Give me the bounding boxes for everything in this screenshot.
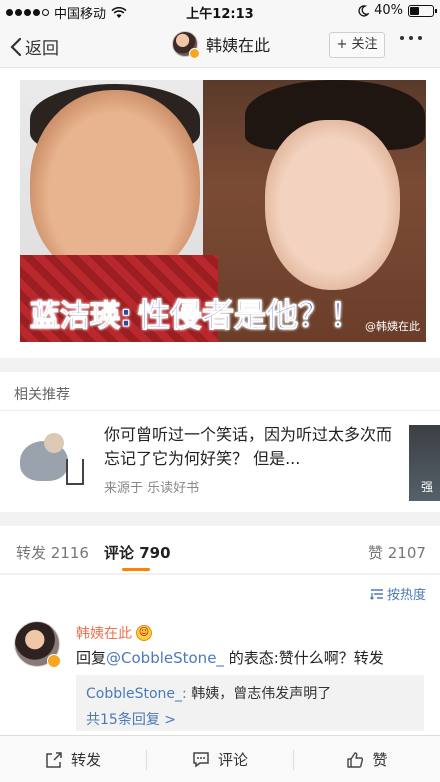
moon-icon <box>358 4 370 17</box>
badge-icon: ☺ <box>136 625 152 641</box>
page-title: 韩姨在此 <box>206 36 271 55</box>
verified-icon <box>189 48 200 59</box>
back-label: 返回 <box>25 39 59 59</box>
back-button[interactable]: 返回 <box>10 34 59 59</box>
comment-label: 评论 <box>217 751 248 769</box>
comment-button[interactable]: 评论 <box>147 736 293 782</box>
nav-title[interactable]: 韩姨在此 <box>172 31 271 59</box>
tab-comment[interactable]: 评论 790 <box>104 542 171 563</box>
comment-mention[interactable]: @CobbleStone_ <box>106 649 224 667</box>
comment-list: 按热度 韩姨在此 ☺ 回复@CobbleStone_ 的表态:赞什么啊？转发 C… <box>0 575 440 735</box>
caption-name: 蓝洁瑛: <box>30 299 133 335</box>
sort-button[interactable]: 按热度 <box>370 584 426 603</box>
tab-like[interactable]: 赞 2107 <box>368 542 426 563</box>
image-watermark: @韩姨在此 <box>365 320 420 333</box>
tab-underline <box>122 568 150 571</box>
sort-label: 按热度 <box>386 588 426 603</box>
tab-repost[interactable]: 转发 2116 <box>16 542 89 563</box>
status-right: 40% <box>357 3 437 18</box>
status-bar: 中国移动 上午12:13 40% <box>0 0 440 22</box>
related-thumbnail <box>14 425 92 499</box>
related-text: 你可曾听过一个笑话，因为听过太多次而忘记了它为何好笑？ 但是... <box>104 425 393 468</box>
like-label: 赞 <box>372 751 388 769</box>
bottom-action-bar: 转发 评论 赞 <box>0 735 440 782</box>
reply-author[interactable]: CobbleStone_: <box>86 686 187 702</box>
related-next-label: 强 <box>421 480 434 494</box>
battery-icon <box>408 4 437 17</box>
repost-button[interactable]: 转发 <box>0 736 146 782</box>
image-caption: 蓝洁瑛: 性侵者是他？！ <box>30 290 363 336</box>
sort-icon <box>370 588 383 600</box>
comment-author-name: 韩姨在此 <box>76 626 132 642</box>
related-source: 来源于 乐读好书 <box>104 481 200 496</box>
comment-reply-box[interactable]: CobbleStone_: 韩姨，曾志伟发声明了 共15条回复 > <box>76 675 424 731</box>
tab-bar: 转发 2116 评论 790 赞 2107 <box>0 526 440 574</box>
comment-text: 回复@CobbleStone_ 的表态:赞什么啊？转发 <box>76 647 384 668</box>
nav-bar: 返回 韩姨在此 + 关注 <box>0 22 440 68</box>
related-section: 相关推荐 你可曾听过一个笑话，因为听过太多次而忘记了它为何好笑？ 但是... 来… <box>0 372 440 512</box>
thumbs-up-icon <box>347 751 364 768</box>
related-next-card[interactable]: 强 <box>409 425 440 501</box>
comment-prefix: 回复 <box>76 649 107 667</box>
more-icon[interactable] <box>400 36 422 40</box>
follow-button[interactable]: + 关注 <box>329 32 385 58</box>
share-icon <box>46 751 62 768</box>
reply-text: 韩姨，曾志伟发声明了 <box>186 686 332 702</box>
avatar <box>172 31 200 59</box>
caption-text: 性侵者是他？！ <box>137 296 363 335</box>
post-area: 蓝洁瑛: 性侵者是他？！ @韩姨在此 <box>0 68 440 358</box>
comment-suffix: 的表态:赞什么啊？转发 <box>223 649 384 667</box>
comment-icon <box>193 752 209 768</box>
comment-author[interactable]: 韩姨在此 ☺ <box>76 623 152 643</box>
related-title: 相关推荐 <box>14 387 70 403</box>
chevron-left-icon <box>10 37 22 56</box>
verified-icon <box>47 654 61 668</box>
post-image[interactable]: 蓝洁瑛: 性侵者是他？！ @韩姨在此 <box>20 80 426 342</box>
more-replies-link[interactable]: 共15条回复 > <box>86 709 414 729</box>
like-button[interactable]: 赞 <box>294 736 440 782</box>
repost-label: 转发 <box>70 751 101 769</box>
battery-percent: 40% <box>374 3 403 18</box>
image-face-right <box>265 120 400 290</box>
thumb-chair <box>66 459 84 485</box>
image-face-left <box>30 90 200 280</box>
related-card[interactable]: 你可曾听过一个笑话，因为听过太多次而忘记了它为何好笑？ 但是... 来源于 乐读… <box>0 410 440 510</box>
thumb-head <box>44 433 64 453</box>
avatar[interactable] <box>14 621 61 668</box>
